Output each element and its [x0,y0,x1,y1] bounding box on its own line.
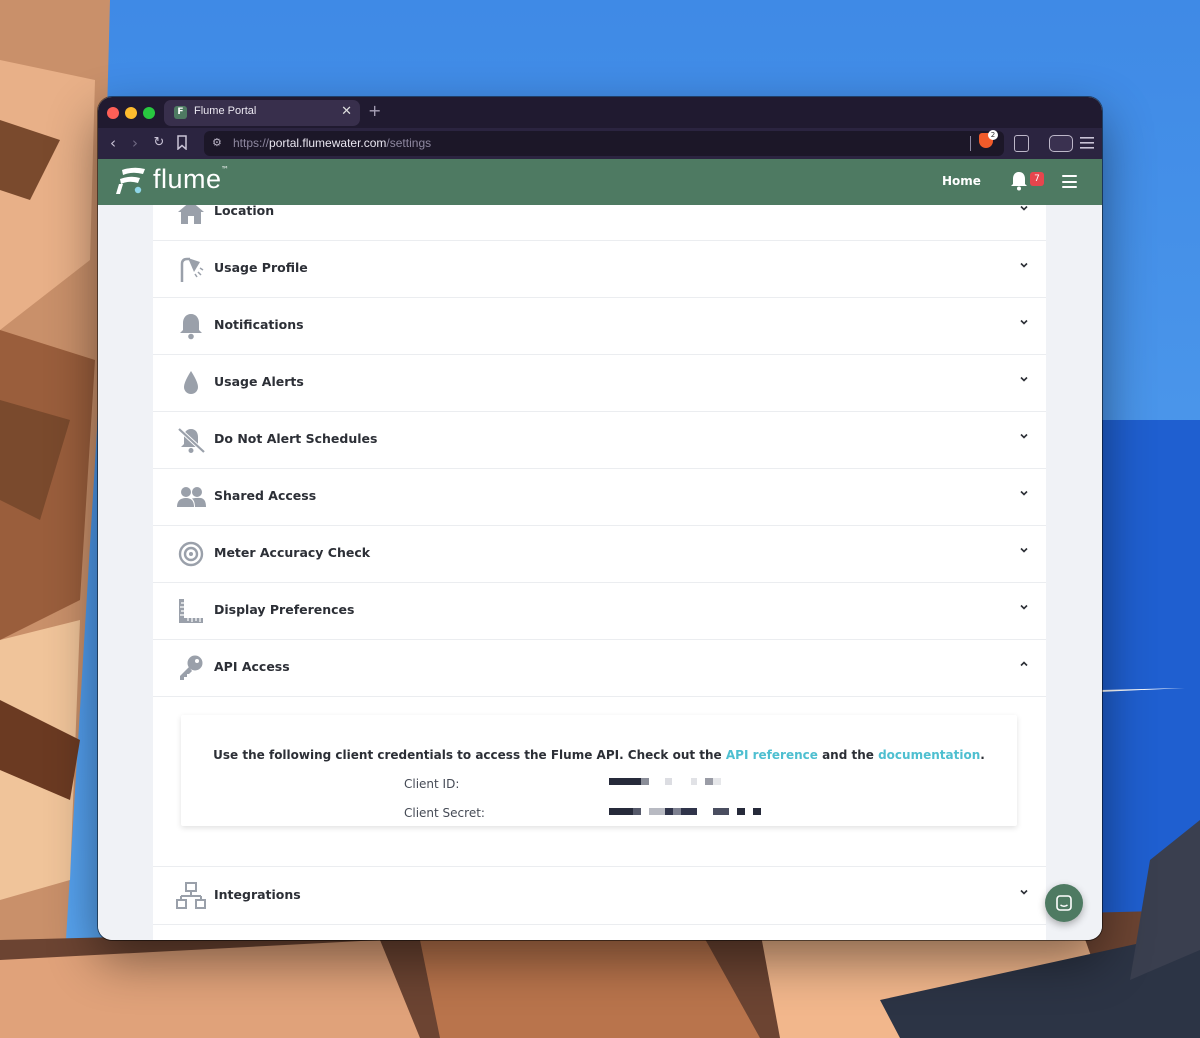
chat-support-button[interactable] [1045,884,1083,922]
section-label: Notifications [214,317,304,332]
api-description: Use the following client credentials to … [213,748,985,762]
chevron-down-icon[interactable] [1019,602,1029,612]
close-window-button[interactable] [107,107,119,119]
section-label: Location [214,205,275,218]
url-text: https://portal.flumewater.com/settings [233,136,432,150]
tab-close-icon[interactable]: ✕ [341,104,352,119]
bell-slash-icon [177,427,206,454]
section-usage-alerts[interactable]: Usage Alerts [153,354,1046,412]
chevron-down-icon[interactable] [1019,488,1029,498]
flume-favicon-icon: F [174,106,187,119]
reload-icon[interactable]: ↻ [150,134,168,152]
client-secret-value[interactable] [609,808,769,816]
menu-icon[interactable] [1080,137,1094,149]
minimize-window-button[interactable] [125,107,137,119]
notification-count-badge: 7 [1030,172,1044,186]
nav-home-link[interactable]: Home [942,174,981,188]
section-integrations[interactable]: Integrations [153,866,1046,925]
browser-window: F Flume Portal ✕ + ‹ › ↻ ⚙ https://porta… [98,97,1102,940]
api-reference-link[interactable]: API reference [726,748,818,762]
section-display-preferences[interactable]: Display Preferences [153,582,1046,640]
tab-strip: F Flume Portal ✕ + [98,97,1102,128]
navigation-bar: ‹ › ↻ ⚙ https://portal.flumewater.com/se… [98,128,1102,159]
chevron-down-icon[interactable] [1019,260,1029,270]
tab-title: Flume Portal [194,105,257,117]
home-icon [178,205,204,224]
client-secret-label: Client Secret: [404,806,485,820]
target-icon [178,541,204,567]
section-label: Do Not Alert Schedules [214,431,378,446]
section-label: Integrations [214,887,301,902]
chevron-down-icon[interactable] [1019,317,1029,327]
address-bar[interactable]: ⚙ https://portal.flumewater.com/settings [204,131,1004,156]
tab-flume-portal[interactable]: F Flume Portal ✕ [164,100,360,126]
flume-logo-icon[interactable] [114,166,146,196]
site-settings-icon[interactable]: ⚙ [212,136,222,149]
client-id-value[interactable] [609,778,724,786]
section-api-access[interactable]: API Access [153,639,1046,697]
hamburger-menu-icon[interactable] [1062,175,1077,188]
section-location[interactable]: Location [153,205,1046,241]
forward-icon[interactable]: › [126,134,144,152]
bell-icon [180,314,202,340]
ruler-icon [179,599,203,623]
chevron-down-icon[interactable] [1019,431,1029,441]
shields-count-badge: 2 [988,130,998,140]
chevron-down-icon[interactable] [1019,205,1029,213]
section-do-not-alert-schedules[interactable]: Do Not Alert Schedules [153,411,1046,469]
zoom-window-button[interactable] [143,107,155,119]
extension-icon[interactable] [1049,135,1073,152]
section-notifications[interactable]: Notifications [153,297,1046,355]
api-credentials-card: Use the following client credentials to … [181,715,1017,826]
reader-mode-icon[interactable] [1014,135,1029,152]
notifications-bell-icon[interactable] [1010,171,1028,191]
chevron-down-icon[interactable] [1019,887,1029,897]
section-label: Shared Access [214,488,317,503]
back-icon[interactable]: ‹ [104,134,122,152]
logo-trademark: ™ [221,165,229,174]
documentation-link[interactable]: documentation [878,748,980,762]
section-label: Usage Profile [214,260,308,275]
app-header: flume ™ Home 7 [98,159,1102,205]
section-label: API Access [214,659,290,674]
chevron-down-icon[interactable] [1019,374,1029,384]
chevron-up-icon[interactable] [1019,659,1029,669]
chat-icon [1056,895,1072,911]
chevron-down-icon[interactable] [1019,545,1029,555]
network-icon [176,882,206,909]
logo-text[interactable]: flume [153,164,222,195]
section-label: Meter Accuracy Check [214,545,371,560]
section-meter-accuracy-check[interactable]: Meter Accuracy Check [153,525,1046,583]
section-label: Display Preferences [214,602,355,617]
section-label: Usage Alerts [214,374,304,389]
settings-page: Location Usage Profile Notifications Usa… [98,205,1102,940]
client-id-label: Client ID: [404,777,460,791]
users-icon [177,487,206,507]
shower-icon [180,257,204,282]
section-usage-profile[interactable]: Usage Profile [153,240,1046,298]
key-icon [180,655,203,680]
new-tab-button[interactable]: + [368,101,381,120]
settings-panel: Location Usage Profile Notifications Usa… [153,205,1046,940]
section-shared-access[interactable]: Shared Access [153,468,1046,526]
water-drop-icon [184,371,198,394]
bookmark-icon[interactable] [176,135,188,150]
